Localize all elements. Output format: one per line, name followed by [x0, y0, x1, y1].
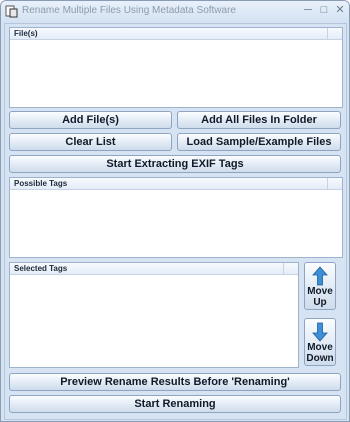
move-up-label-line2: Up — [313, 297, 327, 308]
app-icon — [5, 5, 18, 18]
move-up-button[interactable]: Move Up — [304, 262, 336, 310]
client-area: File(s) Add File(s) Add All Files In Fol… — [4, 23, 347, 420]
title-bar: Rename Multiple Files Using Metadata Sof… — [1, 1, 349, 23]
preview-rename-results-button[interactable]: Preview Rename Results Before 'Renaming' — [9, 373, 341, 391]
selected-tags-list[interactable]: Selected Tags — [9, 262, 299, 368]
move-down-button[interactable]: Move Down — [304, 318, 336, 366]
arrow-down-icon — [312, 322, 328, 342]
load-sample-files-button[interactable]: Load Sample/Example Files — [177, 133, 341, 151]
possible-tags-column-label: Possible Tags — [14, 179, 68, 188]
possible-tags-header: Possible Tags — [10, 178, 342, 190]
add-all-files-in-folder-button[interactable]: Add All Files In Folder — [177, 111, 341, 129]
column-divider — [327, 178, 340, 190]
app-window: Rename Multiple Files Using Metadata Sof… — [0, 0, 350, 422]
clear-list-button[interactable]: Clear List — [9, 133, 172, 151]
move-up-label-line1: Move — [307, 286, 333, 297]
move-down-label-line1: Move — [307, 342, 333, 353]
start-extracting-exif-button[interactable]: Start Extracting EXIF Tags — [9, 155, 341, 173]
selected-tags-header: Selected Tags — [10, 263, 298, 275]
add-files-button[interactable]: Add File(s) — [9, 111, 172, 129]
start-renaming-button[interactable]: Start Renaming — [9, 395, 341, 413]
column-divider — [283, 263, 296, 275]
move-down-label-line2: Down — [306, 353, 334, 364]
files-list[interactable]: File(s) — [9, 27, 343, 108]
column-divider — [327, 28, 340, 40]
arrow-up-icon — [312, 266, 328, 286]
selected-tags-column-label: Selected Tags — [14, 264, 68, 273]
possible-tags-list[interactable]: Possible Tags — [9, 177, 343, 258]
maximize-button[interactable]: □ — [317, 3, 331, 17]
files-column-label: File(s) — [14, 29, 38, 38]
window-title: Rename Multiple Files Using Metadata Sof… — [22, 5, 236, 16]
minimize-button[interactable]: ─ — [301, 3, 315, 17]
files-list-header: File(s) — [10, 28, 342, 40]
close-button[interactable]: ✕ — [333, 3, 347, 17]
